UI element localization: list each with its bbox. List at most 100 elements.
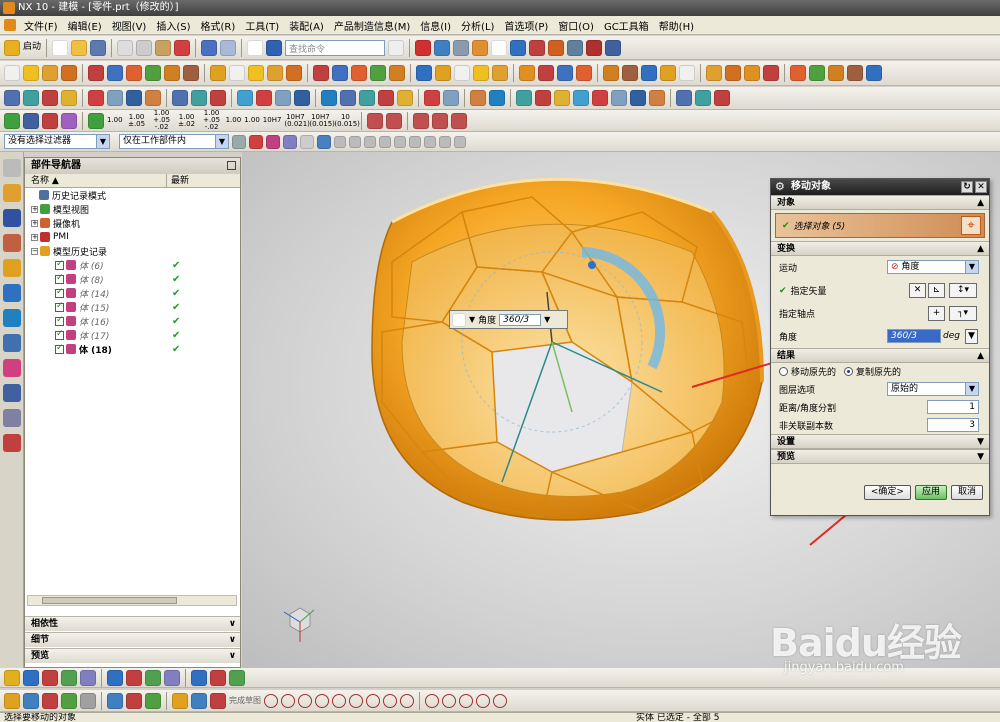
split-body-icon[interactable] [389,65,405,81]
navigator-section-0[interactable]: 相依性 ∨ [25,616,240,631]
section-transform[interactable]: 变换 ▲ [771,241,989,256]
delete-icon[interactable] [174,39,191,56]
chevron-up-icon[interactable]: ▲ [977,242,984,256]
background-icon[interactable] [491,39,508,56]
visibility-checkbox[interactable] [55,273,64,284]
tree-item[interactable]: 体 (8) ✔ [25,272,240,286]
dimension-format-8[interactable]: 10H7 (0.021) [284,113,310,128]
hd3d-tools-icon[interactable] [3,284,21,302]
chevron-down-icon[interactable]: ▼ [469,315,475,324]
centerline-icon[interactable] [367,112,384,129]
spin-tool-icon[interactable] [294,90,310,106]
annotation-icon[interactable] [210,669,226,686]
snap-point-icon[interactable] [548,39,565,56]
n-sided-icon[interactable] [660,65,676,81]
profile-curve-icon[interactable] [264,693,278,708]
extrude-icon[interactable] [88,65,104,81]
analysis-icon[interactable] [107,90,123,106]
resize-blend-icon[interactable] [763,65,779,81]
section-object[interactable]: 对象 ▲ [771,195,989,210]
shield-icon[interactable] [489,90,505,106]
dimension-icon[interactable] [145,692,161,709]
dimension-format-7[interactable]: 10H7 [263,117,282,124]
point-sketch-icon[interactable] [23,692,39,709]
web-browser-icon[interactable] [3,309,21,327]
angle-input[interactable]: 360/3 [887,329,941,343]
curve-rule-icon[interactable] [266,134,280,149]
thicken-icon[interactable] [286,65,302,81]
copy-icon[interactable] [136,39,153,56]
chevron-down-icon[interactable]: ▼ [977,435,984,449]
control-point-icon[interactable] [364,135,376,148]
expand-icon[interactable]: + [31,205,38,213]
cylinder-icon[interactable] [538,65,554,81]
mid-point-icon[interactable] [349,135,361,148]
silhouette-icon[interactable] [611,90,627,106]
circle-icon[interactable] [359,90,375,106]
menu-item-10[interactable]: 首选项(P) [499,18,553,33]
orient-view-icon[interactable] [453,39,470,56]
chevron-down-icon[interactable]: ∨ [229,633,236,647]
menu-item-9[interactable]: 分析(L) [456,18,499,33]
hole-icon[interactable] [126,65,142,81]
menu-item-3[interactable]: 插入(S) [151,18,195,33]
snap-settings-icon[interactable] [232,134,246,149]
assembly-navigator-icon[interactable] [3,184,21,202]
motion-select[interactable]: ⊘ 角度 ▼ [887,260,979,274]
analysis-icon[interactable] [586,39,603,56]
chevron-down-icon[interactable]: ▼ [965,261,978,273]
circle-curve-icon[interactable] [315,693,329,708]
mirror-feature-icon[interactable] [492,65,508,81]
nx-menu-icon[interactable] [4,19,16,31]
expand-icon[interactable]: + [31,233,38,241]
pad-icon[interactable] [183,65,199,81]
text-icon[interactable] [191,669,207,686]
auto-constraint-icon[interactable] [126,692,142,709]
fix-constraint-icon[interactable] [4,112,20,129]
system-materials-icon[interactable] [3,359,21,377]
menu-item-12[interactable]: GC工具箱 [599,18,654,33]
curve-length-icon[interactable] [172,90,188,106]
convergent-icon[interactable] [42,90,58,106]
layer-select[interactable]: 原始的 ▼ [887,382,979,396]
scale-body-icon[interactable] [435,65,451,81]
menu-item-13[interactable]: 帮助(H) [654,18,699,33]
bridge-icon[interactable] [679,65,695,81]
tolerance-icon[interactable] [424,90,440,106]
line-curve-icon[interactable] [281,693,295,708]
fillet-curve-icon[interactable] [332,693,346,708]
horizontal-scrollbar[interactable] [27,595,237,606]
revolve-icon[interactable] [107,65,123,81]
command-search-input[interactable]: 查找命令 [285,39,386,56]
column-latest[interactable]: 最新 [167,174,189,187]
reflection-icon[interactable] [145,90,161,106]
block-icon[interactable] [519,65,535,81]
point-icon[interactable] [23,65,39,81]
cone-icon[interactable] [557,65,573,81]
fillet-icon[interactable] [378,90,394,106]
datum-csys-icon[interactable] [61,65,77,81]
spline-icon[interactable] [573,90,589,106]
menu-item-8[interactable]: 信息(I) [415,18,456,33]
chamfer-icon[interactable] [229,65,245,81]
point-on-curve-icon[interactable] [439,135,451,148]
polygon-curve-icon[interactable] [366,693,380,708]
chevron-down-icon[interactable]: ▼ [965,383,978,395]
tree-item[interactable]: − 模型历史记录 [25,244,240,258]
tree-item[interactable]: 体 (18) ✔ [25,342,240,356]
offset-icon[interactable] [397,90,413,106]
start-label[interactable]: 启动 [23,43,41,52]
menu-item-6[interactable]: 装配(A) [284,18,329,33]
render-icon[interactable] [164,669,180,686]
command-finder-icon[interactable] [266,39,283,56]
curve-project-icon[interactable] [649,90,665,106]
profile-icon[interactable] [4,692,20,709]
reverse-direction-icon[interactable]: ✕ [909,283,926,298]
close-icon[interactable]: ✕ [975,181,987,193]
ok-button[interactable]: <确定> [863,485,911,500]
tree-item[interactable]: 体 (6) ✔ [25,258,240,272]
intersection-point-icon[interactable] [379,135,391,148]
edit-section-icon[interactable] [472,39,489,56]
arc-curve-icon[interactable] [298,693,312,708]
vector-type-icon[interactable]: ↕▾ [949,283,977,298]
